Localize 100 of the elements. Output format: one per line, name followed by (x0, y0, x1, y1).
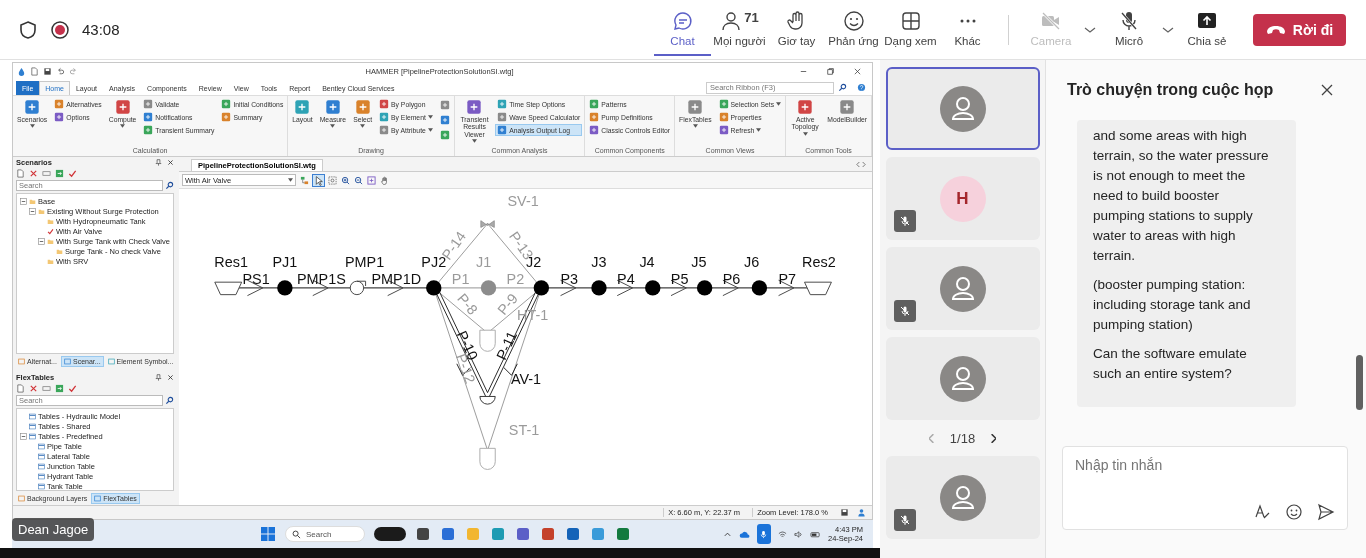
scenario-tree-icon[interactable] (300, 175, 309, 185)
search-icon[interactable] (165, 396, 174, 406)
chat-bubble-icon (671, 10, 694, 32)
share-button[interactable]: Chia sẻ (1177, 3, 1237, 56)
pill-icon[interactable] (374, 526, 406, 542)
tool-icon (221, 99, 232, 109)
app-icon[interactable] (440, 526, 456, 542)
app-icon[interactable] (540, 526, 556, 542)
expander-icon[interactable] (29, 207, 36, 215)
people-button[interactable]: 71 Mọi người (711, 3, 768, 56)
close-icon[interactable] (167, 159, 174, 166)
save-icon[interactable] (43, 67, 52, 76)
tool-icon (439, 130, 450, 140)
tool-icon (589, 112, 600, 122)
four-squares-icon[interactable] (260, 526, 276, 542)
tool-icon (143, 99, 154, 109)
reactions-button[interactable]: Phản ứng (825, 3, 882, 56)
participant-tile[interactable] (885, 247, 1040, 330)
element-label: AV-1 (510, 371, 542, 387)
tool-icon (589, 125, 600, 135)
send-icon[interactable] (1317, 503, 1335, 521)
arrow-box-icon[interactable] (55, 169, 64, 178)
element-label: J3 (591, 253, 607, 270)
expander-icon[interactable] (38, 237, 45, 245)
tool-icon (797, 99, 814, 115)
more-button[interactable]: Khác (939, 3, 996, 56)
save-icon[interactable] (840, 508, 849, 517)
scrollbar[interactable] (1356, 355, 1363, 410)
document-icon[interactable] (30, 67, 39, 76)
leave-button[interactable]: Rời đi (1253, 13, 1346, 46)
tab-scroll-icon[interactable] (856, 160, 866, 168)
participant-count: 71 (744, 10, 759, 25)
app-icon[interactable] (415, 526, 431, 542)
tool-icon (439, 100, 450, 110)
document-icon[interactable] (16, 384, 25, 394)
delete-icon[interactable] (29, 169, 38, 178)
participant-tile[interactable] (885, 456, 1040, 539)
participant-tile[interactable] (885, 67, 1040, 150)
speaker-icon[interactable] (793, 529, 803, 539)
element-label: P3 (560, 271, 578, 288)
message-input[interactable]: Nhập tin nhắn (1075, 457, 1335, 473)
element-label: P2 (506, 271, 525, 288)
restore-icon[interactable] (826, 67, 835, 76)
element-label: PMP1 (345, 253, 385, 270)
document-icon[interactable] (16, 169, 25, 178)
element-label: J4 (639, 253, 655, 270)
zoom-extents-icon[interactable] (328, 175, 337, 185)
view-button[interactable]: Dạng xem (882, 3, 939, 56)
tool-icon (839, 99, 856, 115)
phone-icon (1265, 23, 1286, 36)
delete-icon[interactable] (29, 384, 38, 394)
close-icon[interactable] (167, 374, 174, 382)
checkmark-icon[interactable] (68, 169, 77, 178)
zoom-window-icon[interactable] (367, 175, 376, 185)
wifi-icon[interactable] (777, 529, 787, 539)
participant-tile[interactable] (885, 337, 1040, 420)
arrow-box-icon[interactable] (55, 384, 64, 394)
close-icon[interactable] (1320, 83, 1334, 97)
search-icon[interactable] (165, 181, 174, 190)
zoom-out-icon[interactable] (354, 175, 363, 185)
pin-icon[interactable] (155, 159, 162, 166)
zoom-in-icon[interactable] (341, 175, 350, 185)
element-label: PMP1S (297, 271, 346, 288)
app-icon[interactable] (515, 526, 531, 542)
emoji-icon[interactable] (1285, 503, 1303, 521)
help-icon[interactable] (857, 83, 866, 92)
tool-icon (718, 125, 729, 135)
redo-icon[interactable] (69, 67, 78, 76)
element-label: P-8 (454, 290, 481, 318)
tab-icon (94, 495, 102, 502)
hand-icon[interactable] (380, 175, 389, 185)
participant-tile[interactable]: H (885, 157, 1040, 240)
expander-icon[interactable] (20, 432, 27, 440)
rename-icon[interactable] (42, 384, 51, 394)
close-icon[interactable] (853, 67, 862, 76)
checkmark-icon[interactable] (68, 384, 77, 394)
tool-icon (54, 99, 65, 109)
search-icon (292, 529, 301, 539)
pin-icon[interactable] (155, 374, 162, 382)
search-icon[interactable] (838, 83, 847, 92)
taskbar-search-field[interactable]: Search (285, 526, 365, 542)
smiley-icon (842, 10, 865, 32)
tab-icon (107, 358, 115, 366)
format-icon[interactable] (1253, 503, 1271, 521)
expander-icon[interactable] (20, 197, 27, 205)
microphone-indicator[interactable] (756, 524, 771, 544)
rename-icon[interactable] (42, 169, 51, 178)
app-icon[interactable] (615, 526, 631, 542)
pointer-icon[interactable] (313, 174, 324, 186)
chat-button[interactable]: Chat (654, 3, 711, 56)
undo-icon[interactable] (56, 67, 65, 76)
app-icon[interactable] (565, 526, 581, 542)
raise-hand-button[interactable]: Giơ tay (768, 3, 825, 56)
user-icon[interactable] (857, 508, 866, 517)
chevron-left-icon (929, 433, 935, 443)
message-paragraph: (booster pumping station: including storage tank and pumping station) (1093, 276, 1252, 334)
tool-icon (143, 125, 154, 135)
message-paragraph: and some areas with high terrain, so the water pressure is not enough to meet the need to build booster pumping stations to supply water to areas with high terrain. (1093, 127, 1270, 265)
microphone-button[interactable]: Micrô (1099, 3, 1159, 56)
element-label: PJ1 (272, 253, 298, 270)
